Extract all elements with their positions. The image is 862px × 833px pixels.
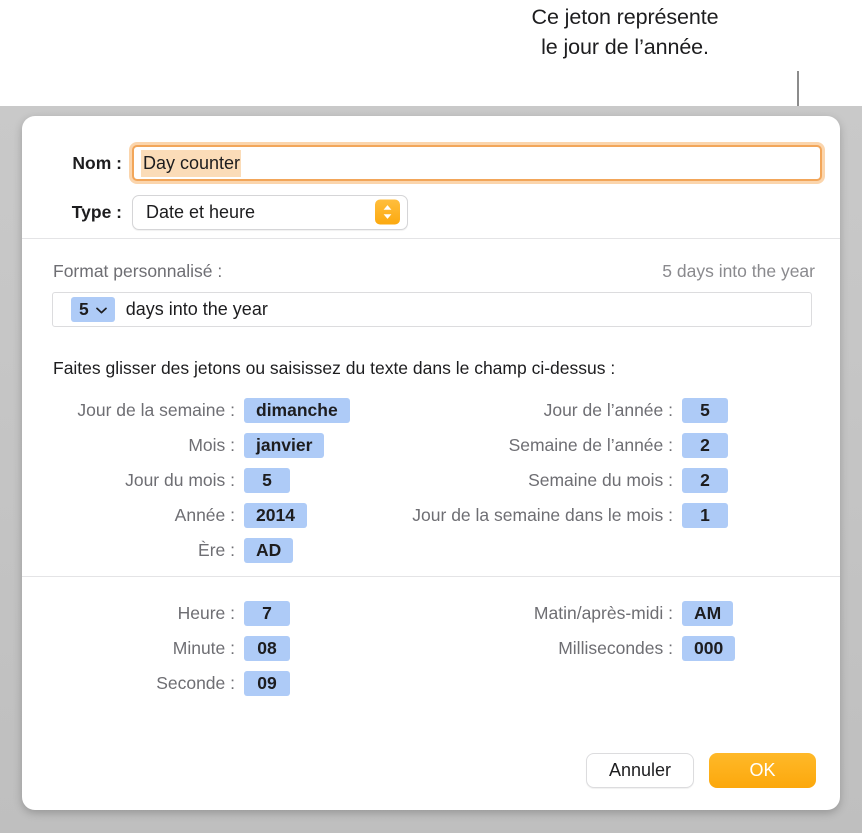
token-label: Heure : xyxy=(34,603,244,624)
name-input-value: Day counter xyxy=(141,150,241,177)
dialog-button-bar: Annuler OK xyxy=(586,753,816,788)
custom-format-label: Format personnalisé : xyxy=(53,261,222,282)
token-minute[interactable]: 08 xyxy=(244,636,290,661)
token-week-of-year[interactable]: 2 xyxy=(682,433,728,458)
token-label: Semaine de l’année : xyxy=(352,435,682,456)
type-select[interactable]: Date et heure xyxy=(132,195,408,230)
token-label: Jour de l’année : xyxy=(352,400,682,421)
token-year[interactable]: 2014 xyxy=(244,503,307,528)
format-editor-field[interactable]: 5 days into the year xyxy=(52,292,812,327)
name-label: Nom : xyxy=(22,153,132,174)
drag-tokens-hint: Faites glisser des jetons ou saisissez d… xyxy=(53,358,615,379)
callout-line-2: le jour de l’année. xyxy=(450,32,800,62)
token-day-of-year[interactable]: 5 xyxy=(682,398,728,423)
token-milliseconds[interactable]: 000 xyxy=(682,636,735,661)
token-week-of-month[interactable]: 2 xyxy=(682,468,728,493)
token-month[interactable]: janvier xyxy=(244,433,324,458)
token-label: Matin/après-midi : xyxy=(352,603,682,624)
token-label: Ère : xyxy=(34,540,244,561)
token-weekday[interactable]: dimanche xyxy=(244,398,350,423)
token-label: Millisecondes : xyxy=(352,638,682,659)
type-label: Type : xyxy=(22,202,132,223)
token-label: Seconde : xyxy=(34,673,244,694)
token-second[interactable]: 09 xyxy=(244,671,290,696)
format-token-label: 5 xyxy=(79,299,89,320)
date-token-column-right: Jour de l’année : 5 Semaine de l’année :… xyxy=(352,393,728,533)
callout-annotation: Ce jeton représente le jour de l’année. xyxy=(450,2,800,62)
screenshot-stage: Ce jeton représente le jour de l’année. … xyxy=(0,0,862,833)
ok-button[interactable]: OK xyxy=(709,753,816,788)
token-label: Mois : xyxy=(34,435,244,456)
token-day-of-month[interactable]: 5 xyxy=(244,468,290,493)
divider-top xyxy=(22,238,840,239)
token-era[interactable]: AD xyxy=(244,538,293,563)
token-weekday-of-month[interactable]: 1 xyxy=(682,503,728,528)
token-label: Année : xyxy=(34,505,244,526)
callout-line-1: Ce jeton représente xyxy=(450,2,800,32)
token-label: Jour de la semaine dans le mois : xyxy=(352,505,682,526)
token-label: Minute : xyxy=(34,638,244,659)
token-label: Jour de la semaine : xyxy=(34,400,244,421)
name-row: Nom : Day counter xyxy=(22,143,840,183)
token-hour[interactable]: 7 xyxy=(244,601,290,626)
type-row: Type : Date et heure xyxy=(22,193,840,231)
time-token-column-right: Matin/après-midi : AM Millisecondes : 00… xyxy=(352,596,735,666)
format-static-text: days into the year xyxy=(126,299,268,320)
name-input[interactable]: Day counter xyxy=(132,145,822,181)
format-token-day-of-year[interactable]: 5 xyxy=(71,297,115,322)
up-down-chevron-icon[interactable] xyxy=(375,200,400,225)
token-label: Semaine du mois : xyxy=(352,470,682,491)
divider-bottom xyxy=(22,576,840,577)
time-token-column-left: Heure : 7 Minute : 08 Seconde : 09 xyxy=(34,596,290,701)
format-preview: 5 days into the year xyxy=(662,261,815,282)
token-am-pm[interactable]: AM xyxy=(682,601,733,626)
custom-format-dialog: Nom : Day counter Type : Date et heure F… xyxy=(22,116,840,810)
chevron-down-icon[interactable] xyxy=(96,301,107,319)
type-select-value: Date et heure xyxy=(146,202,255,223)
cancel-button[interactable]: Annuler xyxy=(586,753,694,788)
date-token-column-left: Jour de la semaine : dimanche Mois : jan… xyxy=(34,393,350,568)
token-label: Jour du mois : xyxy=(34,470,244,491)
